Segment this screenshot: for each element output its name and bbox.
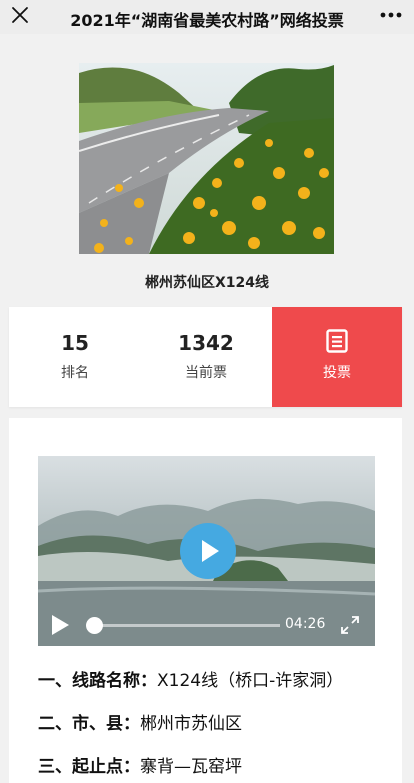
- more-dots-icon[interactable]: [378, 5, 404, 25]
- votes-label: 当前票: [185, 365, 227, 381]
- detail-value: 郴州市苏仙区: [140, 714, 242, 734]
- big-play-button[interactable]: [180, 523, 236, 579]
- votes-value: 1342: [178, 331, 234, 355]
- rank-value: 15: [61, 331, 89, 355]
- ballot-list-icon: [326, 329, 348, 353]
- detail-start-end: 三、起止点：寨背—瓦窑坪: [38, 752, 242, 777]
- page-title: 2021年“湖南省最美农村路”网络投票: [70, 11, 344, 30]
- video-player[interactable]: 04:26: [38, 456, 375, 646]
- road-cover-photo: [79, 63, 334, 254]
- detail-label: 三、起止点：: [38, 757, 140, 777]
- play-icon: [202, 540, 219, 562]
- play-icon[interactable]: [50, 614, 70, 636]
- detail-value: 寨背—瓦窑坪: [140, 757, 242, 777]
- vote-button-label: 投票: [323, 365, 351, 381]
- video-duration: 04:26: [285, 616, 326, 632]
- detail-city-county: 二、市、县：郴州市苏仙区: [38, 709, 242, 734]
- detail-value: X124线（桥口-许家洞）: [157, 671, 344, 691]
- votes-stat: 1342 当前票: [151, 307, 261, 407]
- video-controls: 04:26: [38, 604, 375, 646]
- video-progress-knob[interactable]: [86, 617, 103, 634]
- detail-label: 二、市、县：: [38, 714, 140, 734]
- detail-label: 一、线路名称：: [38, 671, 157, 691]
- vote-button[interactable]: 投票: [272, 307, 402, 407]
- close-icon[interactable]: [10, 5, 30, 25]
- entry-caption: 郴州苏仙区X124线: [144, 275, 270, 291]
- rank-label: 排名: [61, 365, 89, 381]
- top-bar: 2021年“湖南省最美农村路”网络投票: [0, 0, 414, 34]
- detail-route-name: 一、线路名称：X124线（桥口-许家洞）: [38, 666, 343, 691]
- rank-stat: 15 排名: [23, 307, 127, 407]
- video-progress-bar[interactable]: [94, 624, 280, 627]
- fullscreen-icon[interactable]: [341, 616, 359, 634]
- stats-bar: 15 排名 1342 当前票 投票: [9, 307, 402, 407]
